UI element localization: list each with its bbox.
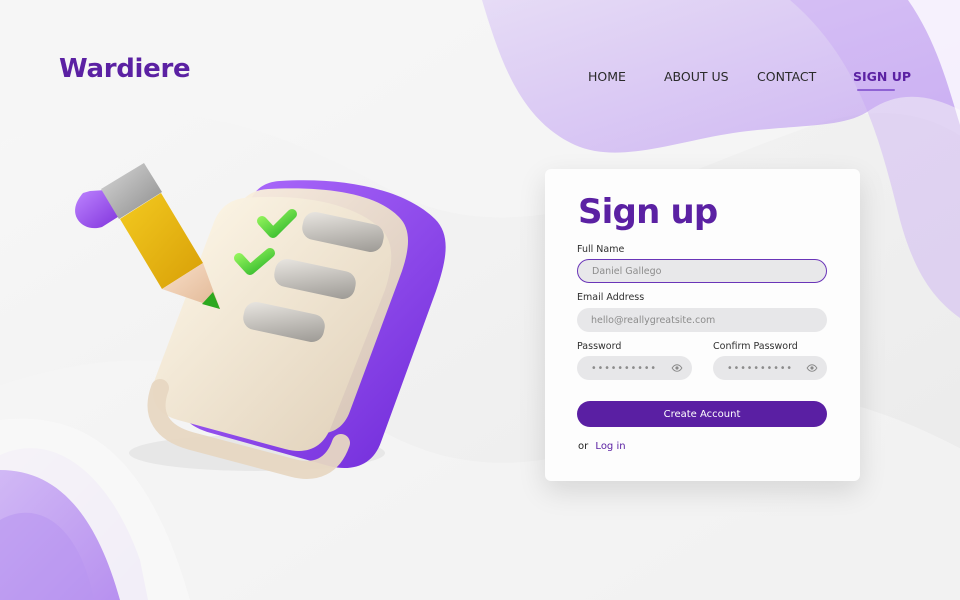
login-prompt: or Log in bbox=[578, 441, 626, 452]
pencil-icon bbox=[75, 163, 220, 309]
password-label: Password bbox=[577, 341, 622, 352]
nav-sign-up[interactable]: SIGN UP bbox=[853, 69, 911, 84]
create-account-button[interactable]: Create Account bbox=[577, 401, 827, 427]
top-navigation: HOME ABOUT US CONTACT SIGN UP bbox=[0, 69, 960, 93]
nav-contact[interactable]: CONTACT bbox=[757, 69, 816, 84]
login-link[interactable]: Log in bbox=[595, 441, 625, 452]
eye-icon[interactable] bbox=[806, 362, 818, 374]
signup-title: Sign up bbox=[578, 192, 718, 232]
full-name-input[interactable] bbox=[577, 259, 827, 283]
eye-icon[interactable] bbox=[671, 362, 683, 374]
signup-form-card: Sign up Full Name Email Address Password… bbox=[545, 169, 860, 481]
nav-home[interactable]: HOME bbox=[588, 69, 626, 84]
active-nav-indicator bbox=[857, 89, 895, 91]
full-name-label: Full Name bbox=[577, 244, 625, 255]
confirm-password-label: Confirm Password bbox=[713, 341, 798, 352]
checklist-illustration bbox=[54, 163, 459, 493]
login-prefix: or bbox=[578, 441, 589, 452]
nav-about-us[interactable]: ABOUT US bbox=[664, 69, 729, 84]
email-input[interactable] bbox=[577, 308, 827, 332]
email-label: Email Address bbox=[577, 292, 645, 303]
